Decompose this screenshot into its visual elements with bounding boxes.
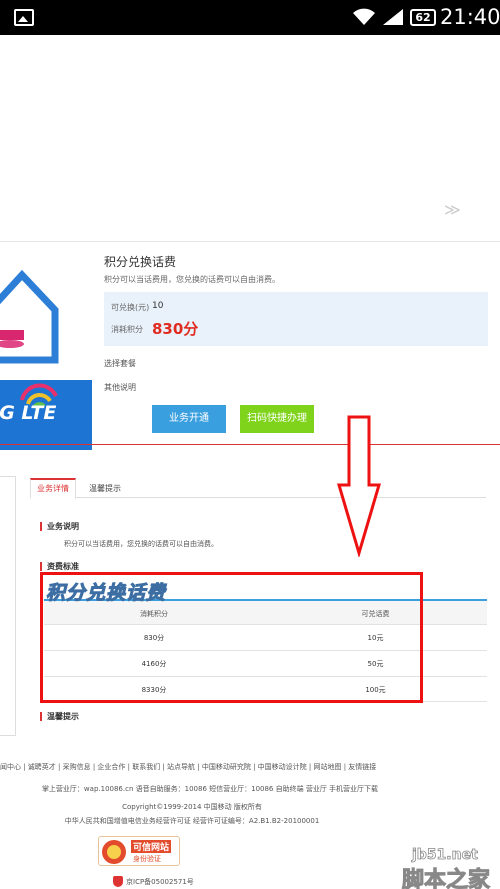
trust-subtitle: 身份验证 [133,855,161,863]
open-service-button[interactable]: 业务开通 [152,405,226,433]
product-description: 积分可以当话费用，您兑换的话费可以自由消费。 [104,275,280,284]
option-other-label: 其他说明 [104,383,136,392]
signal-icon [383,9,403,25]
divider [0,241,500,242]
battery-icon: 62 [410,9,436,26]
icp-number[interactable]: 京ICP备05002571号 [126,877,194,887]
points-info-box: 可兑换(元) 10 消耗积分 830分 [104,292,488,346]
tab-tips[interactable]: 温馨提示 [80,480,130,498]
footer-services: 掌上营业厅：wap.10086.cn 语音自助服务：10086 短信营业厅：10… [41,785,379,793]
section-tips-title: 温馨提示 [40,712,79,721]
police-badge-icon [113,876,123,887]
annotation-arrow-icon [336,415,382,557]
gallery-icon [14,9,34,26]
product-image-badge: 4G LTE [0,402,57,424]
section-description-text: 积分可以当话费用，您兑换的话费可以自由消费。 [64,540,218,548]
scan-quick-button[interactable]: 扫码快捷办理 [240,405,314,433]
footer-copyright: Copyright©1999-2014 中国移动 版权所有 [122,803,262,811]
trust-title: 可信网站 [131,840,172,853]
footer-license: 中华人民共和国增值电信业务经营许可证 经营许可证编号：A2.B1.B2-2010… [64,817,320,825]
chevron-right-icon[interactable]: ≫ [444,200,461,219]
clock: 21:40 [440,5,500,29]
tab-business-details[interactable]: 业务详情 [30,478,76,499]
watermark-domain: jb51.net [412,847,479,864]
annotation-highlight-box [40,572,423,703]
redeemable-value: 10 [152,301,164,311]
annotation-line [0,444,500,445]
trust-seal-icon [102,840,126,864]
option-package-label: 选择套餐 [104,359,136,368]
section-rates-title: 资费标准 [40,562,79,571]
points-label: 消耗积分 [111,325,143,334]
watermark-name: 脚本之家 [401,868,491,889]
section-description-title: 业务说明 [40,522,79,531]
points-value: 830分 [152,320,199,338]
wifi-icon [353,8,375,25]
left-panel [0,476,16,736]
trusted-site-badge[interactable]: 可信网站 身份验证 [98,836,180,866]
product-title: 积分兑换话费 [104,255,177,269]
status-bar: 62 21:40 [0,0,500,35]
footer-links[interactable]: 闻中心 | 诚聘英才 | 采购信息 | 企业合作 | 联系我们 | 站点导航 |… [0,762,500,772]
redeemable-label: 可兑换(元) [111,303,150,312]
